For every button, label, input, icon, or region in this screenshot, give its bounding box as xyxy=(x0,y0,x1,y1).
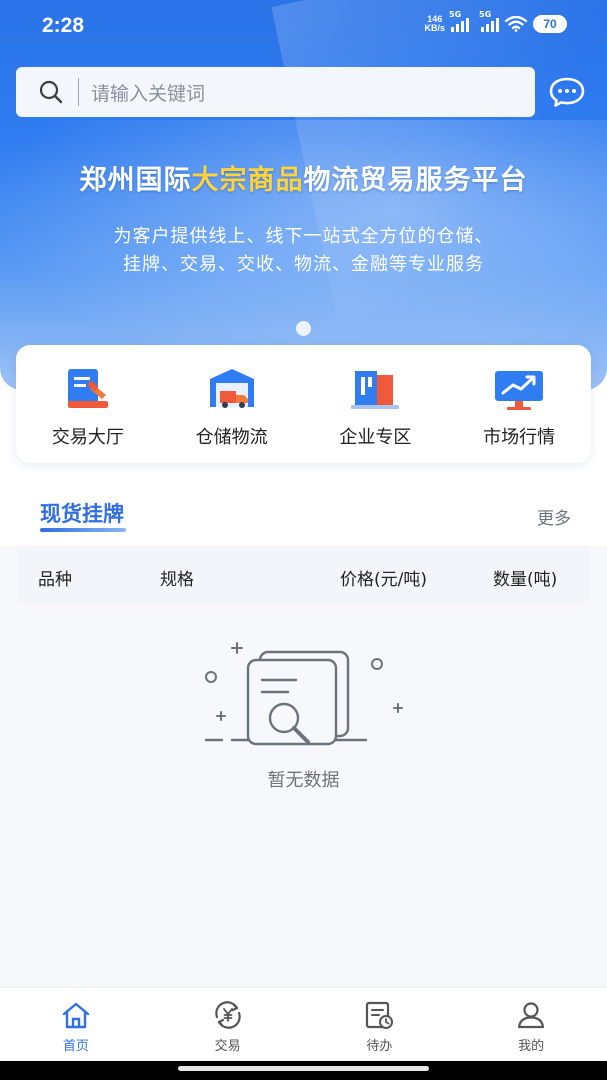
more-link[interactable]: 更多 xyxy=(537,504,571,529)
home-icon xyxy=(62,1002,90,1029)
trading-hall-icon xyxy=(67,369,108,408)
signal-icon: 5G xyxy=(449,10,469,32)
tab-trade[interactable]: 交易 xyxy=(152,988,304,1061)
home-indicator[interactable] xyxy=(178,1066,429,1071)
quick-entry-card: 交易大厅 仓储物流 企业专区 市场行情 xyxy=(16,345,591,463)
banner-title-part1: 郑州国际 xyxy=(79,165,192,196)
section-title: 现货挂牌 xyxy=(40,502,124,526)
banner-title-highlight: 大宗商品 xyxy=(191,165,304,196)
search-divider xyxy=(78,78,79,106)
signal-icon-2: 5G xyxy=(479,10,499,32)
section-underline xyxy=(40,528,126,532)
column-header-spec: 规格 xyxy=(160,570,194,590)
profile-icon xyxy=(518,1002,545,1029)
battery-indicator: 70 xyxy=(533,15,567,33)
empty-state-illustration xyxy=(204,642,403,746)
tab-todo[interactable]: 待办 xyxy=(304,988,456,1061)
status-icons: 146 KB/s 5G 5G 70 xyxy=(424,10,567,33)
empty-state-text: 暂无数据 xyxy=(267,770,340,791)
spot-listing-header: 现货挂牌 更多 xyxy=(0,490,607,540)
search-input[interactable]: 请输入关键词 xyxy=(16,67,535,117)
todo-list-icon xyxy=(366,1001,394,1029)
wifi-icon xyxy=(505,16,527,32)
tab-label: 待办 xyxy=(366,1039,393,1054)
bottom-tab-bar: 首页 交易 待办 我的 xyxy=(0,987,607,1061)
quick-entry-market[interactable]: 市场行情 xyxy=(447,345,591,463)
status-time: 2:28 xyxy=(42,14,85,37)
warehouse-truck-icon xyxy=(209,369,254,408)
quick-entry-trading-hall[interactable]: 交易大厅 xyxy=(16,345,160,463)
tab-label: 交易 xyxy=(214,1039,241,1054)
tab-label: 首页 xyxy=(62,1039,89,1054)
table-header: 品种 规格 价格(元/吨) 数量(吨) xyxy=(18,546,589,604)
carousel-indicator[interactable] xyxy=(296,321,311,336)
yuan-exchange-icon xyxy=(214,1001,241,1029)
quick-entry-warehouse[interactable]: 仓储物流 xyxy=(160,345,304,463)
quick-entry-enterprise[interactable]: 企业专区 xyxy=(304,345,448,463)
tab-profile[interactable]: 我的 xyxy=(455,988,607,1061)
quick-entry-label: 仓储物流 xyxy=(195,427,268,448)
banner-title: 郑州国际大宗商品物流贸易服务平台 xyxy=(0,158,607,197)
column-header-price: 价格(元/吨) xyxy=(340,570,427,590)
tab-home[interactable]: 首页 xyxy=(0,988,152,1061)
tab-label: 我的 xyxy=(518,1039,545,1054)
search-placeholder: 请输入关键词 xyxy=(91,82,206,105)
quick-entry-label: 交易大厅 xyxy=(51,427,124,448)
column-header-quantity: 数量(吨) xyxy=(493,570,558,590)
column-header-variety: 品种 xyxy=(38,570,72,590)
search-icon xyxy=(39,80,63,104)
quick-entry-label: 企业专区 xyxy=(339,427,412,448)
market-trend-icon xyxy=(495,371,544,410)
banner-title-part2: 物流贸易服务平台 xyxy=(303,165,528,196)
enterprise-icon xyxy=(351,371,400,409)
spot-listing-table: 品种 规格 价格(元/吨) 数量(吨) 暂无数据 xyxy=(0,546,607,987)
signal-label: 5G xyxy=(449,10,462,19)
status-bar: 2:28 146 KB/s 5G 5G 70 xyxy=(0,0,607,56)
message-icon[interactable] xyxy=(548,76,586,108)
quick-entry-label: 市场行情 xyxy=(483,427,556,448)
banner-subtitle-line1: 为客户提供线上、线下一站式全方位的仓储、 xyxy=(113,226,494,247)
signal-label-2: 5G xyxy=(479,10,492,19)
net-speed: 146 KB/s xyxy=(424,15,445,33)
net-speed-unit: KB/s xyxy=(424,23,445,33)
banner-subtitle-line2: 挂牌、交易、交收、物流、金融等专业服务 xyxy=(123,254,484,275)
